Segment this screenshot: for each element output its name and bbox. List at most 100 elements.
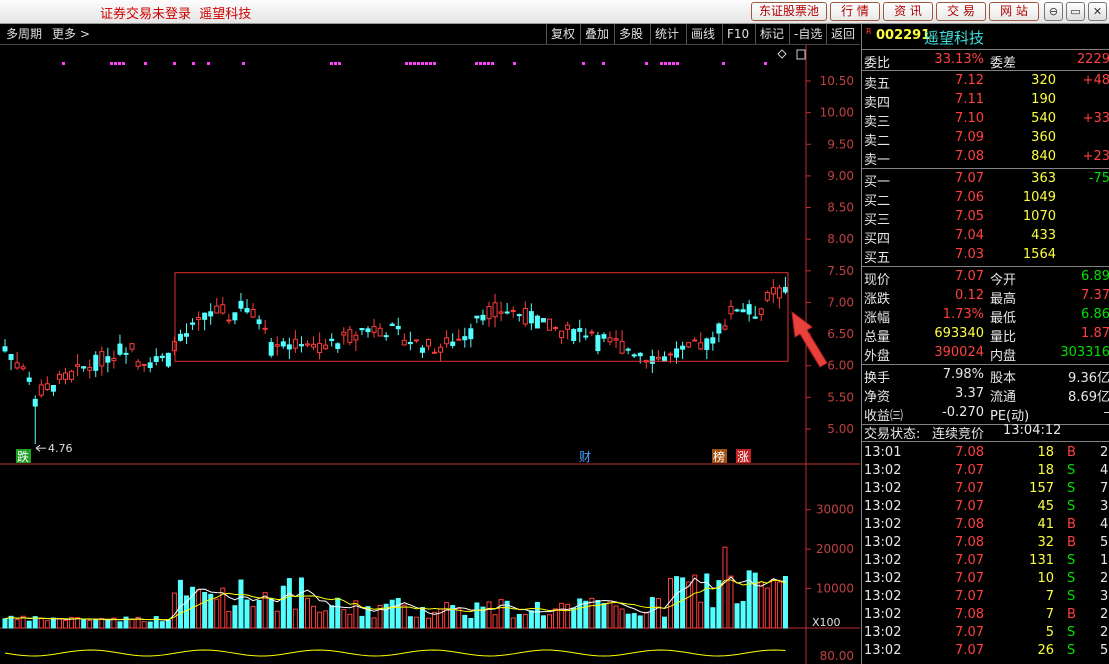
candle-body bbox=[631, 354, 637, 357]
news-button[interactable]: 资 讯 bbox=[883, 2, 933, 21]
ask-row[interactable]: 卖五 7.12 320 +48 bbox=[862, 72, 1109, 92]
trade-button[interactable]: 交 易 bbox=[936, 2, 986, 21]
volume-bar bbox=[553, 608, 559, 629]
tick-row[interactable]: 13:02 7.07 18 S 4 bbox=[862, 462, 1109, 481]
volume-bar bbox=[643, 611, 649, 629]
volume-bar bbox=[147, 621, 153, 629]
bid-row[interactable]: 买四 7.04 433 bbox=[862, 227, 1109, 247]
tick-price: 7.07 bbox=[955, 481, 984, 496]
candle-body bbox=[298, 344, 304, 347]
signal-dot bbox=[487, 62, 490, 65]
k-line-chart[interactable]: 10.50 10.00 9.50 9.00 8.50 8.00 7.50 7.00 6.50 6.… bbox=[0, 45, 860, 664]
signal-dot bbox=[417, 62, 420, 65]
tick-row[interactable]: 13:02 7.08 41 B 4 bbox=[862, 516, 1109, 535]
stock-pool-button[interactable]: 东证股票池 bbox=[751, 2, 827, 21]
volume-bar bbox=[782, 576, 788, 629]
close-icon[interactable]: ✕ bbox=[1088, 2, 1107, 21]
candle-body bbox=[419, 347, 425, 353]
bid-row[interactable]: 买五 7.03 1564 bbox=[862, 246, 1109, 266]
stat-label: 内盘 bbox=[990, 349, 1017, 364]
candle-body bbox=[504, 311, 510, 314]
bid-volume: 433 bbox=[1031, 228, 1056, 243]
tick-row[interactable]: 13:02 7.08 7 B 2 bbox=[862, 606, 1109, 625]
stat-row: 外盘 390024 内盘 303316 bbox=[862, 344, 1109, 364]
tick-count: 3 bbox=[1100, 499, 1109, 514]
ask-row[interactable]: 卖三 7.10 540 +33 bbox=[862, 110, 1109, 130]
stat-value: – bbox=[1104, 405, 1109, 420]
candle-body bbox=[377, 327, 383, 337]
candle-body bbox=[141, 363, 147, 366]
more-menu[interactable]: 更多 > bbox=[52, 24, 90, 44]
tick-time: 13:02 bbox=[864, 517, 902, 532]
quotes-button[interactable]: 行 情 bbox=[830, 2, 880, 21]
candle-body bbox=[335, 343, 341, 349]
stat-label: 最低 bbox=[990, 311, 1017, 326]
mark-button[interactable]: 标记 bbox=[755, 24, 784, 44]
candle-body bbox=[371, 325, 377, 333]
candle-body bbox=[75, 364, 81, 367]
tick-row[interactable]: 13:01 7.08 18 B 2 bbox=[862, 444, 1109, 463]
tick-row[interactable]: 13:02 7.08 32 B 5 bbox=[862, 534, 1109, 553]
tick-price: 7.07 bbox=[955, 499, 984, 514]
volume-bar bbox=[613, 605, 619, 629]
ask-row[interactable]: 卖一 7.08 840 +23 bbox=[862, 148, 1109, 168]
signal-dot bbox=[421, 62, 424, 65]
candle-body bbox=[214, 305, 220, 314]
volume-bar bbox=[232, 605, 238, 629]
candle-body bbox=[44, 383, 50, 390]
draw-line-button[interactable]: 画线 bbox=[686, 24, 715, 44]
volume-bar bbox=[171, 592, 177, 629]
stat-label: 现价 bbox=[864, 273, 891, 288]
price-axis-label: 8.00 bbox=[827, 232, 854, 246]
stat-label: 流通 bbox=[990, 390, 1017, 405]
price-axis-label: 6.50 bbox=[827, 327, 854, 341]
volume-bar bbox=[595, 600, 601, 629]
tick-volume: 18 bbox=[1037, 463, 1054, 478]
candle-body bbox=[99, 351, 105, 367]
minimize-icon[interactable]: ⊖ bbox=[1044, 2, 1063, 21]
bid-row[interactable]: 买二 7.06 1049 bbox=[862, 189, 1109, 209]
multi-stock-button[interactable]: 多股 bbox=[614, 24, 643, 44]
candle-body bbox=[329, 338, 335, 342]
tick-row[interactable]: 13:02 7.07 45 S 3 bbox=[862, 498, 1109, 517]
tick-row[interactable]: 13:02 7.07 10 S 2 bbox=[862, 570, 1109, 589]
tick-side: B bbox=[1067, 517, 1076, 532]
ask-price: 7.08 bbox=[955, 149, 984, 164]
candle-body bbox=[571, 329, 577, 341]
website-button[interactable]: 网 站 bbox=[989, 2, 1039, 21]
ask-row[interactable]: 卖四 7.11 190 bbox=[862, 91, 1109, 111]
candle-body bbox=[740, 309, 746, 313]
rights-adjust-button[interactable]: 复权 bbox=[546, 24, 575, 44]
tick-row[interactable]: 13:02 7.07 157 S 7 bbox=[862, 480, 1109, 499]
stat-value: 6.86 bbox=[1081, 307, 1109, 322]
volume-bar bbox=[244, 599, 250, 629]
tick-side: B bbox=[1067, 607, 1076, 622]
bid-row[interactable]: 买一 7.07 363 -75 bbox=[862, 170, 1109, 190]
ask-row[interactable]: 卖二 7.09 360 bbox=[862, 129, 1109, 149]
volume-bar bbox=[347, 613, 353, 629]
candle-body bbox=[553, 327, 559, 330]
diamond-icon bbox=[777, 49, 787, 59]
tick-row[interactable]: 13:02 7.07 26 S 5 bbox=[862, 642, 1109, 661]
multi-period-menu[interactable]: 多周期 bbox=[6, 24, 42, 44]
stat-row: 现价 7.07 今开 6.89 bbox=[862, 268, 1109, 288]
volume-bar bbox=[698, 601, 704, 629]
tick-row[interactable]: 13:02 7.07 7 S 3 bbox=[862, 588, 1109, 607]
bid-row[interactable]: 买三 7.05 1070 bbox=[862, 208, 1109, 228]
remove-watchlist-button[interactable]: -自选 bbox=[789, 24, 822, 44]
ask-label: 卖五 bbox=[864, 77, 891, 92]
f10-button[interactable]: F10 bbox=[722, 24, 749, 44]
overlay-button[interactable]: 叠加 bbox=[580, 24, 609, 44]
tick-row[interactable]: 13:02 7.07 5 S 2 bbox=[862, 624, 1109, 643]
volume-bar bbox=[323, 610, 329, 629]
statistics-button[interactable]: 统计 bbox=[650, 24, 679, 44]
tick-row[interactable]: 13:02 7.07 131 S 15 bbox=[862, 552, 1109, 571]
volume-bar bbox=[619, 608, 625, 629]
volume-bar bbox=[686, 581, 692, 629]
candle-body bbox=[601, 334, 607, 339]
stock-name: 遥望科技 bbox=[924, 29, 985, 47]
back-button[interactable]: 返回 bbox=[826, 24, 855, 44]
restore-icon[interactable]: ▭ bbox=[1066, 2, 1085, 21]
volume-bar bbox=[740, 600, 746, 629]
volume-bar bbox=[298, 577, 304, 629]
